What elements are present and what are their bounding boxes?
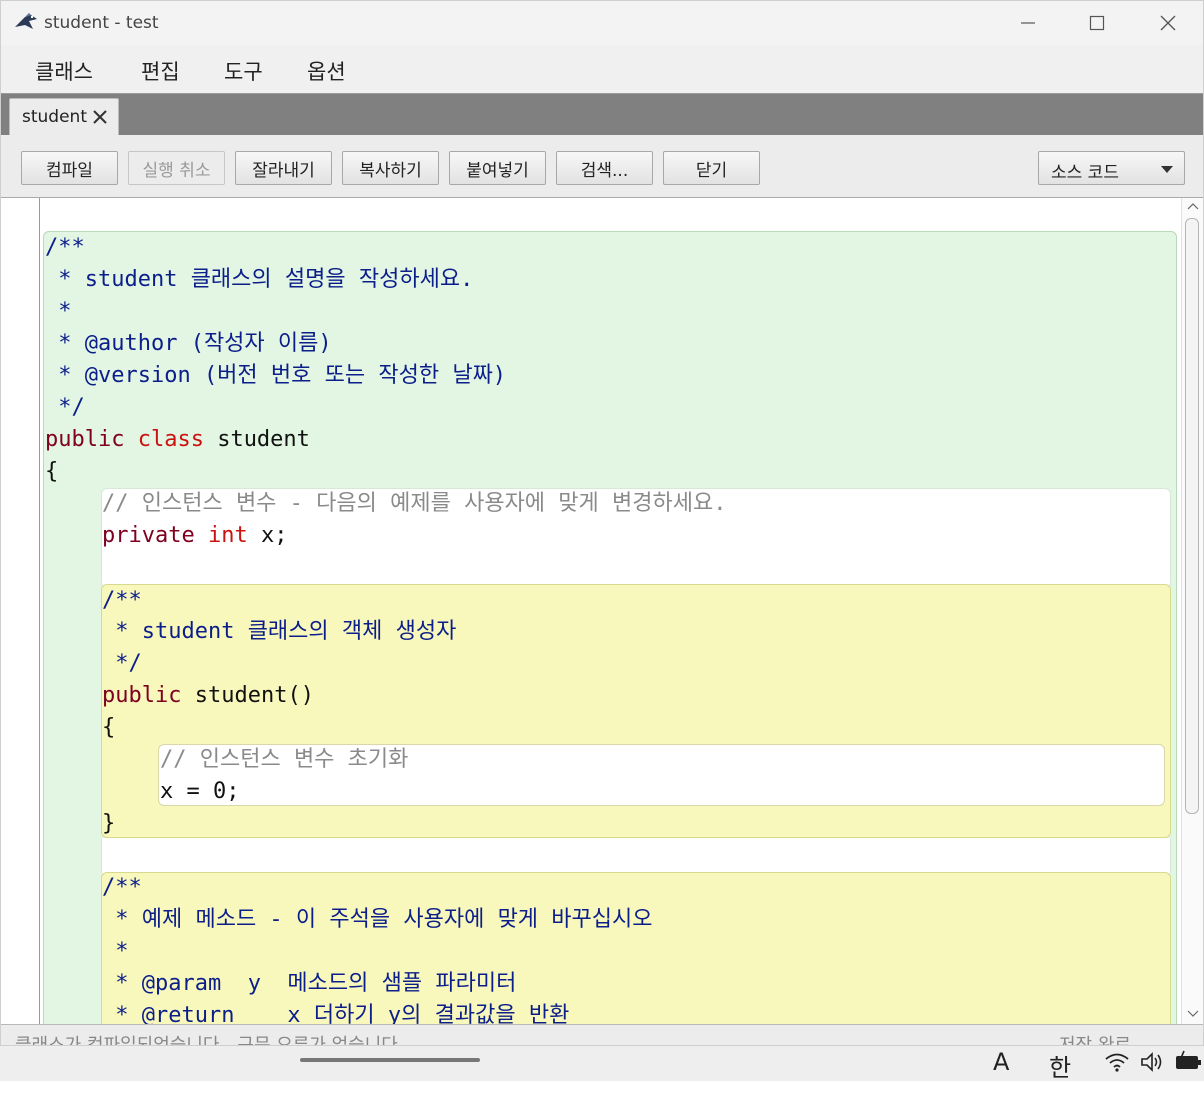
code-line: * student 클래스의 설명을 작성하세요. — [45, 267, 474, 292]
code-line: /** — [45, 235, 85, 260]
undo-button[interactable]: 실행 취소 — [128, 151, 225, 185]
minimize-icon — [1021, 22, 1035, 24]
menu-tools[interactable]: 도구 — [224, 56, 263, 86]
ime-korean-indicator[interactable]: 한 — [1049, 1048, 1071, 1083]
identifier: x; — [247, 523, 288, 548]
cut-button[interactable]: 잘라내기 — [235, 151, 332, 185]
maximize-button[interactable] — [1075, 7, 1119, 39]
ime-latin-indicator[interactable]: A — [993, 1048, 1009, 1076]
home-handle[interactable] — [300, 1058, 480, 1062]
menu-edit[interactable]: 편집 — [141, 56, 180, 86]
code-line: /** — [102, 875, 142, 900]
code-editor[interactable]: /** * student 클래스의 설명을 작성하세요. * * @autho… — [1, 198, 1203, 1024]
view-mode-select[interactable]: 소스 코드 — [1038, 151, 1185, 185]
code-line: */ — [102, 651, 142, 676]
keyword: private — [102, 523, 208, 548]
code-line: * — [102, 939, 129, 964]
maximize-icon — [1089, 15, 1105, 31]
scope-gap — [101, 838, 1171, 873]
keyword: public — [45, 427, 138, 452]
tab-strip: student — [1, 94, 1203, 135]
code-line: } — [102, 811, 116, 836]
keyword: class — [137, 427, 204, 452]
title-bar[interactable]: student - test — [1, 1, 1203, 45]
paste-button[interactable]: 붙여넣기 — [449, 151, 546, 185]
code-line: * 예제 메소드 - 이 주석을 사용자에 맞게 바꾸십시오 — [102, 907, 653, 932]
tab-student[interactable]: student — [9, 98, 119, 135]
scroll-down-icon[interactable] — [1186, 1006, 1200, 1020]
editor-window: student - test 클래스 편집 도구 옵션 student 컴파일 … — [0, 0, 1204, 1046]
status-message: 클래스가 컴파일되었습니다 - 구문 오류가 없습니다 — [15, 1035, 398, 1046]
minimize-button[interactable] — [1006, 7, 1050, 39]
volume-icon[interactable] — [1140, 1052, 1164, 1072]
compile-button[interactable]: 컴파일 — [21, 151, 118, 185]
keyword: public — [102, 683, 182, 708]
code-line: * — [45, 299, 72, 324]
keyword: int — [207, 523, 248, 548]
code-line: * @return x 더하기 y의 결과값을 반환 — [102, 1003, 570, 1024]
code-line: * student 클래스의 객체 생성자 — [102, 619, 457, 644]
save-status: 저장 완료 — [1059, 1035, 1131, 1046]
scroll-up-icon[interactable] — [1186, 200, 1200, 214]
code-line: private int x; — [102, 520, 287, 552]
menu-class[interactable]: 클래스 — [35, 56, 93, 86]
find-button[interactable]: 검색... — [556, 151, 653, 185]
close-window-button[interactable] — [1146, 7, 1190, 39]
chevron-down-icon — [1161, 166, 1173, 173]
tab-close-icon[interactable] — [90, 105, 110, 127]
status-bar: 클래스가 컴파일되었습니다 - 구문 오류가 없습니다 저장 완료 — [1, 1024, 1203, 1046]
code-line: x = 0; — [160, 779, 240, 804]
code-line: // 인스턴스 변수 초기화 — [160, 747, 409, 772]
gutter-divider — [39, 198, 40, 1024]
code-line: public class student — [45, 424, 310, 456]
bluej-bird-icon — [15, 13, 37, 29]
editor-toolbar: 컴파일 실행 취소 잘라내기 복사하기 붙여넣기 검색... 닫기 소스 코드 — [1, 135, 1203, 198]
menu-options[interactable]: 옵션 — [307, 56, 346, 86]
identifier: student — [203, 427, 310, 452]
wifi-icon[interactable] — [1104, 1052, 1130, 1072]
scrollbar-thumb[interactable] — [1185, 218, 1199, 814]
code-line: public student() — [102, 680, 314, 712]
taskbar: A 한 — [0, 1046, 1204, 1083]
copy-button[interactable]: 복사하기 — [342, 151, 439, 185]
menu-bar: 클래스 편집 도구 옵션 — [1, 45, 1203, 94]
code-line: { — [102, 715, 116, 740]
code-line: // 인스턴스 변수 - 다음의 예제를 사용자에 맞게 변경하세요. — [102, 491, 727, 516]
code-line: * @author (작성자 이름) — [45, 331, 332, 356]
battery-charging-icon[interactable] — [1174, 1050, 1202, 1072]
window-title: student - test — [44, 13, 159, 33]
close-icon — [1160, 15, 1176, 31]
code-line: * @param y 메소드의 샘플 파라미터 — [102, 971, 517, 996]
tab-label: student — [22, 107, 87, 127]
identifier: student() — [181, 683, 314, 708]
code-line: */ — [45, 395, 85, 420]
code-line: /** — [102, 588, 142, 613]
code-line: { — [45, 459, 59, 484]
vertical-scrollbar[interactable] — [1181, 198, 1203, 1024]
code-line: * @version (버전 번호 또는 작성한 날짜) — [45, 363, 507, 388]
close-button[interactable]: 닫기 — [663, 151, 760, 185]
view-mode-value: 소스 코드 — [1051, 163, 1119, 183]
